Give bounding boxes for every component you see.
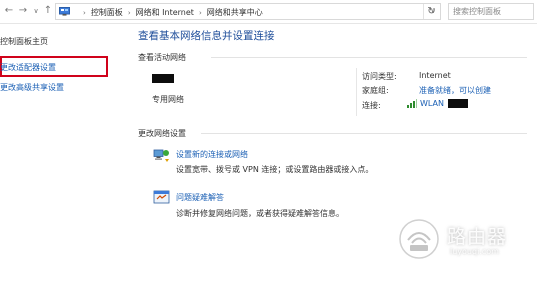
watermark-logo: [399, 219, 439, 259]
access-type-value: Internet: [419, 71, 451, 80]
arrow-right-icon[interactable]: →: [17, 5, 29, 17]
setup-new-connection-link[interactable]: 设置新的连接或网络: [176, 149, 248, 160]
chevron-down-icon[interactable]: ∨: [30, 5, 42, 17]
breadcrumb-separator: ›: [198, 8, 202, 17]
access-type-label: 访问类型:: [362, 72, 397, 81]
network-type: 专用网络: [152, 95, 184, 104]
wlan-name-redacted: [448, 99, 469, 108]
page-title: 查看基本网络信息并设置连接: [138, 30, 275, 42]
homegroup-link[interactable]: 准备就绪，可以创建: [419, 85, 491, 96]
sidebar: 控制面板主页 更改适配器设置 更改高级共享设置: [0, 24, 128, 285]
sidebar-item-change-advanced-sharing[interactable]: 更改高级共享设置: [0, 82, 64, 93]
sidebar-item-control-panel-home[interactable]: 控制面板主页: [0, 36, 48, 47]
vertical-divider: [356, 68, 357, 116]
section-label-change-settings: 更改网络设置: [138, 129, 186, 138]
breadcrumb-separator: ›: [83, 8, 86, 17]
homegroup-label: 家庭组:: [362, 86, 389, 95]
wifi-signal-icon: [407, 99, 417, 108]
network-name-redacted: [152, 74, 174, 83]
connections-label: 连接:: [362, 101, 381, 110]
breadcrumb-item-network-sharing-center[interactable]: 网络和共享中心: [207, 7, 263, 18]
search-box[interactable]: [448, 3, 534, 20]
section-divider: [201, 133, 527, 134]
address-bar: ← → ∨ ↑ › 控制面板 › 网络和 Internet › 网络和共享中心 …: [0, 0, 537, 24]
setup-new-connection-desc: 设置宽带、拨号或 VPN 连接；或设置路由器或接入点。: [176, 165, 374, 174]
section-label-active-networks: 查看活动网络: [138, 53, 186, 62]
breadcrumb[interactable]: › 控制面板 › 网络和 Internet › 网络和共享中心 ∨: [55, 3, 441, 20]
arrow-left-icon[interactable]: ←: [3, 5, 15, 17]
wlan-connection[interactable]: WLAN: [407, 99, 469, 108]
wlan-link[interactable]: WLAN: [420, 99, 444, 108]
troubleshoot-icon: [153, 190, 170, 204]
network-setup-icon: [153, 149, 169, 162]
breadcrumb-separator: ›: [127, 8, 131, 17]
search-input[interactable]: [449, 4, 533, 19]
troubleshoot-desc: 诊断并修复网络问题，或者获得疑难解答信息。: [176, 209, 344, 218]
refresh-icon[interactable]: ↻: [423, 4, 439, 19]
troubleshoot-link[interactable]: 问题疑难解答: [176, 192, 224, 203]
watermark-text: 路由器: [447, 226, 508, 248]
watermark-subtext: luyouqi.com: [450, 247, 499, 256]
section-divider: [211, 57, 527, 58]
breadcrumb-item-network-internet[interactable]: 网络和 Internet: [136, 7, 194, 18]
sidebar-item-change-adapter-settings[interactable]: 更改适配器设置: [0, 62, 56, 73]
breadcrumb-item-control-panel[interactable]: 控制面板: [91, 7, 123, 18]
arrow-up-icon[interactable]: ↑: [42, 5, 54, 17]
control-panel-icon: [59, 7, 70, 16]
